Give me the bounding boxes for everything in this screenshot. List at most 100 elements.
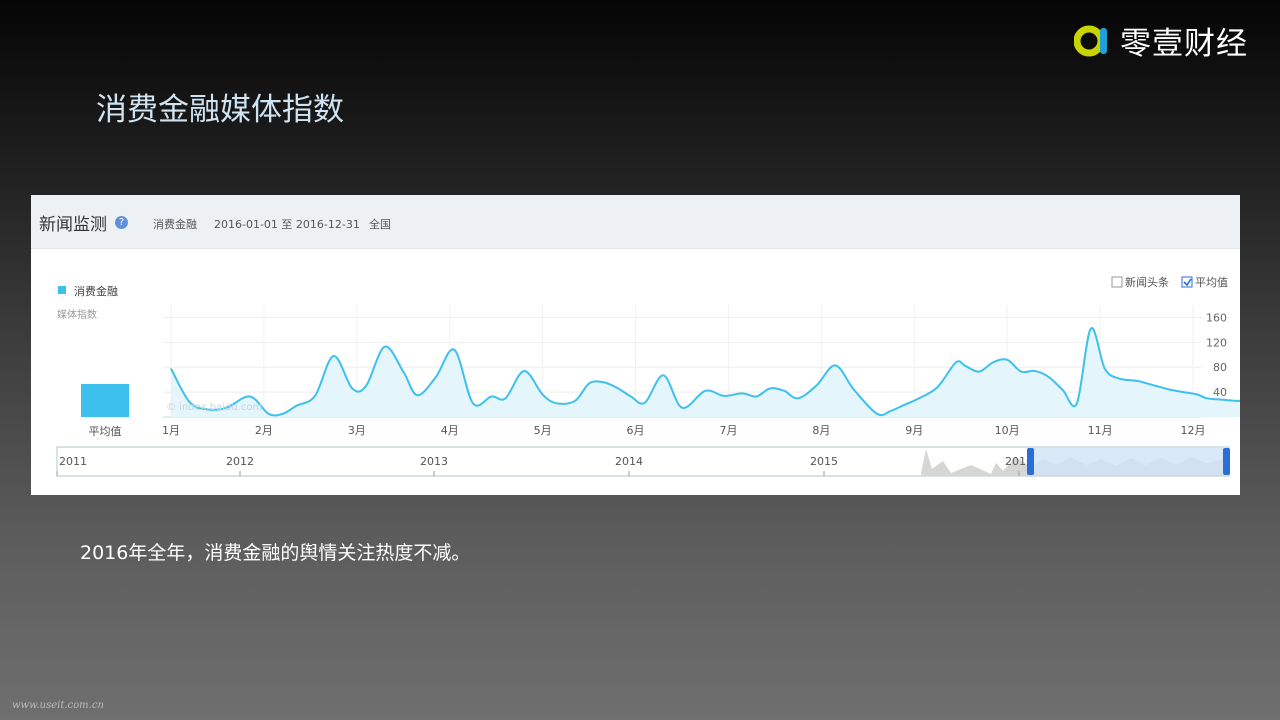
y-tick-label: 40 [1213,386,1227,399]
data-point [1117,376,1121,380]
option-news-headline-label[interactable]: 新闻头条 [1125,275,1169,289]
data-point [833,363,837,367]
x-tick-label: 10月 [995,424,1020,437]
source-watermark: © index.baidu.com [166,402,262,413]
data-point [615,386,619,390]
data-point [852,388,856,392]
x-tick-label: 12月 [1181,424,1206,437]
data-point [917,396,921,400]
data-point [1135,379,1139,383]
data-point [1005,358,1009,362]
chart-svg: 40 80 120 160 1月 2月 3月 4月 5月 6月 7月 8月 9月 10月 11月 12月 © i… [56,275,1240,477]
data-point [364,384,368,388]
legend-swatch [58,286,66,294]
x-tick-label: 11月 [1088,424,1113,437]
navigator-year-label: 2013 [420,455,448,468]
data-point [754,394,758,398]
legend-series-sub: 媒体指数 [57,308,97,321]
data-point [977,370,981,374]
data-point [643,401,647,405]
data-point [1075,401,1079,405]
caption: 2016年全年，消费金融的舆情关注热度不减。 [80,542,471,564]
data-point [740,391,744,395]
data-point [280,412,284,416]
data-point [889,409,893,413]
data-point [541,393,545,397]
data-point [555,401,559,405]
data-point [875,412,879,416]
data-point [490,394,494,398]
data-point [1233,399,1237,403]
data-point [629,394,633,398]
data-point [471,401,475,405]
data-point [991,360,995,364]
data-point [573,399,577,403]
data-point [313,394,317,398]
x-tick-label: 9月 [905,424,923,437]
data-point [434,375,438,379]
brand: 零壹财经 [1074,18,1248,63]
y-tick-label: 120 [1206,336,1227,349]
x-tick-label: 4月 [441,424,459,437]
data-point [963,364,967,368]
slide-title: 消费金融媒体指数 [96,92,344,128]
data-point [1182,390,1186,394]
data-point [936,385,940,389]
data-point [1154,384,1158,388]
data-point [680,406,684,410]
x-tick-label: 3月 [348,424,366,437]
data-point [782,389,786,393]
data-point [1047,375,1051,379]
data-point [1103,366,1107,370]
data-point [722,394,726,398]
watermark: www.useit.com.cn [12,700,104,711]
data-point [1019,370,1023,374]
data-point [1219,398,1223,402]
average-label: 平均值 [89,425,122,438]
data-point [703,389,707,393]
x-tick-label: 5月 [534,424,552,437]
data-point [383,345,387,349]
y-tick-label: 160 [1206,311,1227,324]
option-average-label[interactable]: 平均值 [1195,276,1228,289]
legend-series-name: 消费金融 [74,284,118,298]
data-point [1033,369,1037,373]
data-point [796,396,800,400]
data-point [1196,393,1200,397]
brand-logo-icon [1074,25,1107,56]
data-point [1061,388,1065,392]
navigator-selection [1032,448,1226,475]
y-tick-label: 80 [1213,361,1227,374]
x-tick-label: 7月 [719,424,737,437]
data-point [903,403,907,407]
data-point [350,386,354,390]
average-bar [81,384,129,417]
checkbox-news-headline[interactable] [1111,276,1123,288]
data-point [415,393,419,397]
x-tick-label: 2月 [255,424,273,437]
data-point [954,360,958,364]
series-area [171,328,1240,417]
data-point [332,354,336,358]
data-point [401,370,405,374]
navigator-year-label: 2012 [226,455,254,468]
navigator-year-label: 2014 [615,455,643,468]
data-point [587,381,591,385]
data-point [248,394,252,398]
navigator-right-handle[interactable] [1223,448,1230,475]
data-point [815,383,819,387]
data-point [661,373,665,377]
data-point [503,396,507,400]
navigator-left-handle[interactable] [1027,448,1034,475]
data-point [169,366,173,370]
data-point [768,386,772,390]
data-point [1205,396,1209,400]
navigator-year-label: 2015 [810,455,838,468]
chart-panel: 新闻监测 ? 消费金融 2016-01-01 至 2016-12-31 全国 4… [31,195,1240,495]
x-tick-label: 1月 [162,424,180,437]
data-point [1089,327,1093,331]
brand-name: 零壹财经 [1120,26,1248,62]
x-tick-label: 6月 [627,424,645,437]
data-point [601,380,605,384]
data-point [267,412,271,416]
